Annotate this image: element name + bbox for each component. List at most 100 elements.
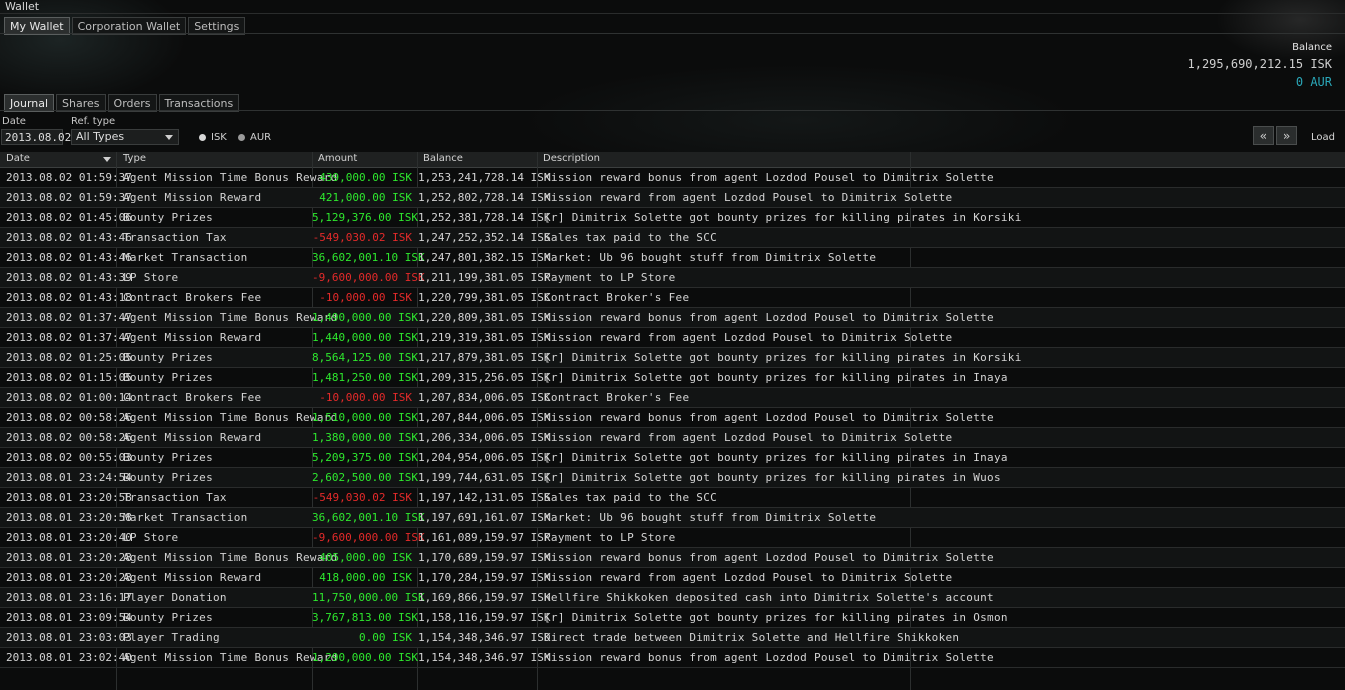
table-row[interactable]: 2013.08.01 23:20:28 Agent Mission Reward 4… <box>0 568 1345 588</box>
cell-description: [r] Dimitrix Solette got bounty prizes f… <box>544 351 1022 364</box>
cell-amount: -549,030.02 ISK <box>312 231 412 244</box>
cell-type: Contract Brokers Fee <box>123 291 262 304</box>
column-header-type[interactable]: Type <box>123 153 146 164</box>
cell-amount: -9,600,000.00 ISK <box>312 271 425 284</box>
cell-date: 2013.08.01 23:02:40 <box>6 651 132 664</box>
cell-date: 2013.08.01 23:20:58 <box>6 491 132 504</box>
cell-amount: 36,602,001.10 ISK <box>312 511 425 524</box>
column-header-amount[interactable]: Amount <box>318 153 357 164</box>
balance-isk: 1,295,690,212.15 ISK <box>1187 57 1333 71</box>
table-row[interactable]: 2013.08.02 00:58:26 Agent Mission Time Bo… <box>0 408 1345 428</box>
table-row[interactable]: 2013.08.02 00:58:26 Agent Mission Reward 1… <box>0 428 1345 448</box>
cell-balance: 1,219,319,381.05 ISK <box>418 331 551 344</box>
radio-isk[interactable]: ISK <box>199 132 227 143</box>
table-row[interactable]: 2013.08.02 01:00:14 Contract Brokers Fee -… <box>0 388 1345 408</box>
cell-type: Bounty Prizes <box>123 351 213 364</box>
cell-amount: 36,602,001.10 ISK <box>312 251 425 264</box>
table-row[interactable]: 2013.08.02 01:43:39 LP Store -9,600,000.00… <box>0 268 1345 288</box>
cell-description: Mission reward bonus from agent Lozdod P… <box>544 311 994 324</box>
table-row[interactable]: 2013.08.01 23:02:40 Agent Mission Time Bo… <box>0 648 1345 668</box>
cell-amount: 405,000.00 ISK <box>319 551 412 564</box>
cell-date: 2013.08.01 23:20:40 <box>6 531 132 544</box>
column-header-balance[interactable]: Balance <box>423 153 463 164</box>
cell-type: Player Donation <box>123 591 227 604</box>
table-row[interactable]: 2013.08.01 23:20:58 Market Transaction 36,… <box>0 508 1345 528</box>
cell-type: Agent Mission Reward <box>123 571 262 584</box>
reftype-label: Ref. type <box>71 116 116 127</box>
cell-amount: -549,030.02 ISK <box>312 491 412 504</box>
cell-balance: 1,154,348,346.97 ISK <box>418 651 551 664</box>
reftype-select[interactable]: All Types <box>71 129 179 145</box>
cell-type: Agent Mission Time Bonus Reward <box>123 651 338 664</box>
table-row[interactable]: 2013.08.02 00:55:03 Bounty Prizes 5,209,37… <box>0 448 1345 468</box>
cell-description: [r] Dimitrix Solette got bounty prizes f… <box>544 371 1008 384</box>
cell-type: Agent Mission Time Bonus Reward <box>123 551 338 564</box>
cell-date: 2013.08.01 23:20:28 <box>6 571 132 584</box>
table-row[interactable]: 2013.08.02 01:25:05 Bounty Prizes 8,564,12… <box>0 348 1345 368</box>
cell-description: Market: Ub 96 bought stuff from Dimitrix… <box>544 251 877 264</box>
cell-type: LP Store <box>123 271 179 284</box>
cell-amount: -10,000.00 ISK <box>319 291 412 304</box>
table-row[interactable]: 2013.08.01 23:16:17 Player Donation 11,750… <box>0 588 1345 608</box>
cell-balance: 1,170,284,159.97 ISK <box>418 571 551 584</box>
cell-balance: 1,197,142,131.05 ISK <box>418 491 551 504</box>
cell-balance: 1,161,089,159.97 ISK <box>418 531 551 544</box>
table-row[interactable]: 2013.08.02 01:43:18 Contract Brokers Fee -… <box>0 288 1345 308</box>
cell-description: Mission reward from agent Lozdod Pousel … <box>544 191 953 204</box>
date-input[interactable]: 2013.08.02 <box>1 129 71 145</box>
table-row[interactable]: 2013.08.01 23:09:54 Bounty Prizes 3,767,81… <box>0 608 1345 628</box>
cell-type: Contract Brokers Fee <box>123 391 262 404</box>
table-row[interactable]: 2013.08.02 01:59:37 Agent Mission Reward 4… <box>0 188 1345 208</box>
cell-date: 2013.08.01 23:20:58 <box>6 511 132 524</box>
table-row[interactable]: 2013.08.01 23:24:54 Bounty Prizes 2,602,50… <box>0 468 1345 488</box>
cell-amount: 5,129,376.00 ISK <box>312 211 418 224</box>
cell-amount: 421,000.00 ISK <box>319 191 412 204</box>
radio-aur[interactable]: AUR <box>238 132 271 143</box>
cell-amount: 1,440,000.00 ISK <box>312 331 418 344</box>
table-row[interactable]: 2013.08.02 01:37:47 Agent Mission Reward 1… <box>0 328 1345 348</box>
cell-date: 2013.08.02 01:25:05 <box>6 351 132 364</box>
cell-description: [r] Dimitrix Solette got bounty prizes f… <box>544 211 1022 224</box>
cell-date: 2013.08.02 00:58:26 <box>6 431 132 444</box>
cell-balance: 1,169,866,159.97 ISK <box>418 591 551 604</box>
double-chevron-right-icon: » <box>1282 129 1291 143</box>
cell-balance: 1,158,116,159.97 ISK <box>418 611 551 624</box>
cell-description: Contract Broker's Fee <box>544 291 690 304</box>
table-row[interactable]: 2013.08.02 01:59:37 Agent Mission Time Bo… <box>0 168 1345 188</box>
table-row[interactable]: 2013.08.02 01:37:47 Agent Mission Time Bo… <box>0 308 1345 328</box>
cell-balance: 1,197,691,161.07 ISK <box>418 511 551 524</box>
cell-balance: 1,199,744,631.05 ISK <box>418 471 551 484</box>
table-row[interactable]: 2013.08.01 23:20:28 Agent Mission Time Bo… <box>0 548 1345 568</box>
cell-type: Agent Mission Time Bonus Reward <box>123 411 338 424</box>
cell-amount: 1,490,000.00 ISK <box>312 311 418 324</box>
cell-type: Market Transaction <box>123 251 248 264</box>
load-button[interactable]: Load <box>1311 132 1335 143</box>
table-row[interactable]: 2013.08.02 01:43:46 Market Transaction 36,… <box>0 248 1345 268</box>
double-chevron-left-icon: « <box>1259 129 1268 143</box>
cell-description: Payment to LP Store <box>544 531 676 544</box>
cell-amount: 1,380,000.00 ISK <box>312 431 418 444</box>
table-row[interactable]: 2013.08.01 23:03:03 Player Trading 0.00 IS… <box>0 628 1345 648</box>
table-row[interactable]: 2013.08.01 23:20:58 Transaction Tax -549,0… <box>0 488 1345 508</box>
cell-type: Bounty Prizes <box>123 451 213 464</box>
cell-type: Bounty Prizes <box>123 611 213 624</box>
radio-aur-label: AUR <box>250 132 272 143</box>
prev-page-button[interactable]: « <box>1253 126 1274 145</box>
cell-date: 2013.08.02 01:37:47 <box>6 331 132 344</box>
column-header-description[interactable]: Description <box>543 153 600 164</box>
cell-amount: -9,600,000.00 ISK <box>312 531 425 544</box>
next-page-button[interactable]: » <box>1276 126 1297 145</box>
cell-date: 2013.08.02 01:45:06 <box>6 211 132 224</box>
table-row[interactable]: 2013.08.02 01:15:05 Bounty Prizes 1,481,25… <box>0 368 1345 388</box>
table-row[interactable]: 2013.08.01 23:20:40 LP Store -9,600,000.00… <box>0 528 1345 548</box>
table-row[interactable]: 2013.08.02 01:43:46 Transaction Tax -549,0… <box>0 228 1345 248</box>
cell-balance: 1,247,252,352.14 ISK <box>418 231 551 244</box>
cell-balance: 1,217,879,381.05 ISK <box>418 351 551 364</box>
column-header-date[interactable]: Date <box>6 153 30 164</box>
table-row[interactable]: 2013.08.02 01:45:06 Bounty Prizes 5,129,37… <box>0 208 1345 228</box>
cell-type: Agent Mission Reward <box>123 191 262 204</box>
cell-balance: 1,206,334,006.05 ISK <box>418 431 551 444</box>
cell-amount: 1,510,000.00 ISK <box>312 411 418 424</box>
table-header: Date Type Amount Balance Description <box>0 152 1345 168</box>
cell-description: Mission reward bonus from agent Lozdod P… <box>544 171 994 184</box>
